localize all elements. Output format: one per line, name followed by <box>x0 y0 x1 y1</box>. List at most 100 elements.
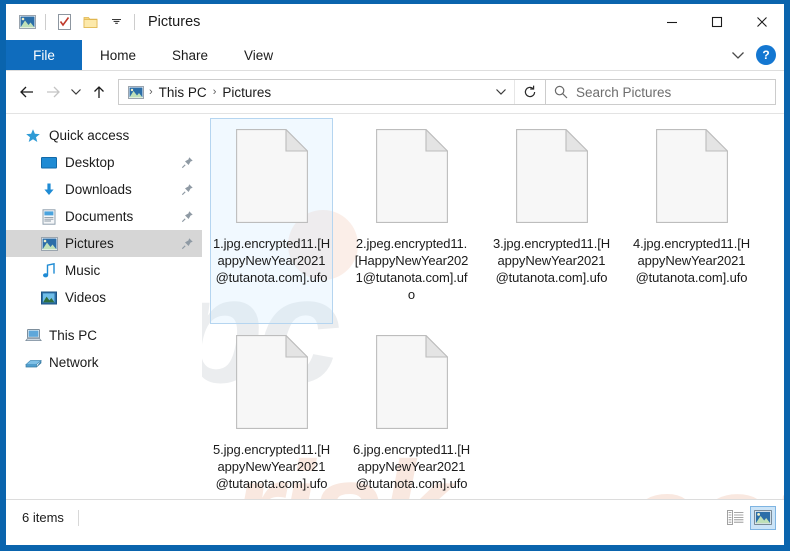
recent-locations-chevron-icon[interactable] <box>66 79 86 105</box>
title-bar: Pictures <box>6 4 784 40</box>
pin-icon[interactable] <box>180 183 194 197</box>
minimize-button[interactable] <box>649 4 694 40</box>
sidebar-item-network[interactable]: Network <box>6 349 202 376</box>
pictures-folder-icon[interactable] <box>14 9 40 35</box>
address-dropdown-icon[interactable] <box>488 80 514 104</box>
sidebar-label: Documents <box>65 209 133 224</box>
tab-share[interactable]: Share <box>154 40 226 70</box>
sidebar-label: Downloads <box>65 182 132 197</box>
sidebar-item-pictures[interactable]: Pictures <box>6 230 202 257</box>
tab-view[interactable]: View <box>226 40 291 70</box>
up-button[interactable] <box>86 79 112 105</box>
star-icon <box>24 127 42 145</box>
desktop-icon <box>40 154 58 172</box>
back-button[interactable] <box>14 79 40 105</box>
sidebar-item-desktop[interactable]: Desktop <box>6 149 202 176</box>
breadcrumb-bar[interactable]: › This PC › Pictures <box>118 79 546 105</box>
sidebar-divider <box>6 311 202 322</box>
qat-separator <box>45 14 46 30</box>
sidebar-label: Desktop <box>65 155 115 170</box>
sidebar-label: Music <box>65 263 100 278</box>
network-icon <box>24 354 42 372</box>
search-placeholder-text: Search Pictures <box>576 85 671 100</box>
videos-icon <box>40 289 58 307</box>
file-item[interactable]: 1.jpg.encrypted11.[HappyNewYear2021@tuta… <box>210 118 333 324</box>
sidebar-item-this-pc[interactable]: This PC <box>6 322 202 349</box>
view-mode-buttons <box>722 506 776 530</box>
address-bar: › This PC › Pictures <box>6 71 784 113</box>
search-icon <box>546 85 576 99</box>
pin-icon[interactable] <box>180 237 194 251</box>
sidebar-label: Pictures <box>65 236 114 251</box>
music-icon <box>40 262 58 280</box>
generic-file-icon <box>376 335 448 429</box>
help-icon[interactable]: ? <box>756 45 776 65</box>
ribbon-right-controls: ? <box>726 40 780 70</box>
breadcrumb-separator-2: › <box>210 86 220 98</box>
refresh-icon[interactable] <box>514 80 545 104</box>
file-name: 4.jpg.encrypted11.[HappyNewYear2021@tuta… <box>633 235 751 286</box>
file-name: 1.jpg.encrypted11.[HappyNewYear2021@tuta… <box>213 235 331 286</box>
breadcrumb: › This PC › Pictures <box>119 85 488 100</box>
file-name: 2.jpeg.encrypted11.[HappyNewYear2021@tut… <box>353 235 471 303</box>
sidebar-item-videos[interactable]: Videos <box>6 284 202 311</box>
breadcrumb-separator-1: › <box>146 86 156 98</box>
breadcrumb-this-pc[interactable]: This PC <box>156 85 210 100</box>
large-icons-view-button[interactable] <box>750 506 776 530</box>
ribbon-tab-bar: File Home Share View ? <box>6 40 784 71</box>
generic-file-icon <box>236 129 308 223</box>
status-bar: 6 items <box>6 499 784 535</box>
file-list-view[interactable]: pc risk .com 1.jpg.encrypted11.[HappyNew… <box>202 114 784 499</box>
file-item[interactable]: 4.jpg.encrypted11.[HappyNewYear2021@tuta… <box>630 118 753 324</box>
close-button[interactable] <box>739 4 784 40</box>
item-count-label: 6 items <box>14 510 64 525</box>
sidebar-item-quick-access[interactable]: Quick access <box>6 122 202 149</box>
qat-separator-2 <box>134 14 135 30</box>
window-controls <box>649 4 784 40</box>
properties-icon[interactable] <box>51 9 77 35</box>
file-item[interactable]: 5.jpg.encrypted11.[HappyNewYear2021@tuta… <box>210 324 333 499</box>
documents-icon <box>40 208 58 226</box>
pin-icon[interactable] <box>180 210 194 224</box>
breadcrumb-pictures[interactable]: Pictures <box>219 85 274 100</box>
quick-access-toolbar <box>6 9 140 35</box>
sidebar-label: Quick access <box>49 128 129 143</box>
forward-button <box>40 79 66 105</box>
file-item[interactable]: 6.jpg.encrypted11.[HappyNewYear2021@tuta… <box>350 324 473 499</box>
sidebar-label: This PC <box>49 328 97 343</box>
sidebar-item-music[interactable]: Music <box>6 257 202 284</box>
navigation-pane: Quick access Desktop Downloads <box>6 114 202 499</box>
generic-file-icon <box>236 335 308 429</box>
customize-qat-chevron-icon[interactable] <box>103 9 129 35</box>
file-item[interactable]: 3.jpg.encrypted11.[HappyNewYear2021@tuta… <box>490 118 613 324</box>
tab-home[interactable]: Home <box>82 40 154 70</box>
pictures-icon <box>40 235 58 253</box>
generic-file-icon <box>656 129 728 223</box>
sidebar-label: Videos <box>65 290 106 305</box>
generic-file-icon <box>376 129 448 223</box>
window-client-area: Pictures File Home Share View ? <box>6 4 784 545</box>
this-pc-icon <box>24 327 42 345</box>
file-grid: 1.jpg.encrypted11.[HappyNewYear2021@tuta… <box>202 114 784 499</box>
generic-file-icon <box>516 129 588 223</box>
maximize-button[interactable] <box>694 4 739 40</box>
file-item[interactable]: 2.jpeg.encrypted11.[HappyNewYear2021@tut… <box>350 118 473 324</box>
sidebar-item-downloads[interactable]: Downloads <box>6 176 202 203</box>
file-name: 5.jpg.encrypted11.[HappyNewYear2021@tuta… <box>213 441 331 492</box>
download-icon <box>40 181 58 199</box>
file-name: 3.jpg.encrypted11.[HappyNewYear2021@tuta… <box>493 235 611 286</box>
file-name: 6.jpg.encrypted11.[HappyNewYear2021@tuta… <box>353 441 471 492</box>
breadcrumb-folder-icon <box>125 86 146 99</box>
new-folder-icon[interactable] <box>77 9 103 35</box>
pin-icon[interactable] <box>180 156 194 170</box>
status-separator <box>78 510 79 526</box>
explorer-window: Pictures File Home Share View ? <box>0 0 790 551</box>
chevron-down-icon[interactable] <box>726 43 750 67</box>
search-input[interactable]: Search Pictures <box>546 79 776 105</box>
explorer-body: Quick access Desktop Downloads <box>6 113 784 499</box>
window-title: Pictures <box>148 14 200 30</box>
details-view-button[interactable] <box>722 506 748 530</box>
tab-file[interactable]: File <box>6 40 82 70</box>
sidebar-item-documents[interactable]: Documents <box>6 203 202 230</box>
sidebar-label: Network <box>49 355 99 370</box>
